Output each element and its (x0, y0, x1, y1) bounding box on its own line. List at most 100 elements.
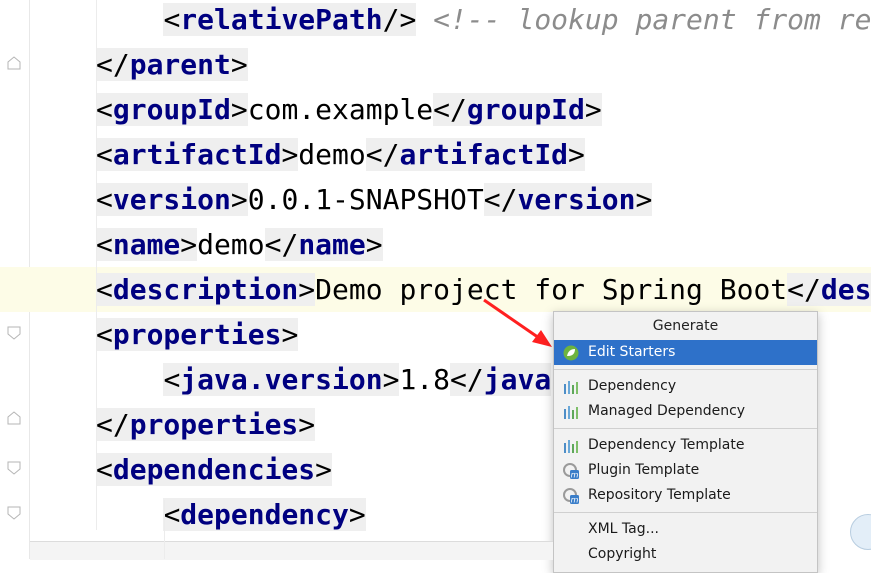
tag-bracket: > (180, 228, 198, 261)
opening-tag: <properties> (96, 318, 299, 351)
code-line[interactable]: </parent> (0, 42, 871, 87)
opening-tag: <java.version> (163, 363, 400, 396)
tag-bracket: < (96, 453, 113, 486)
fold-collapse-icon[interactable] (6, 55, 22, 71)
indent-guide (164, 500, 165, 559)
tag-value: com.example (247, 93, 434, 126)
closing-tag: </version> (483, 183, 653, 216)
menu-item-label: Dependency (588, 378, 677, 394)
code-line[interactable]: <relativePath/> <!-- lookup parent from … (0, 0, 871, 42)
menu-item-dependency-template[interactable]: Dependency Template (554, 433, 817, 458)
closing-tag: </properties> (96, 408, 316, 441)
closing-tag: </name> (264, 228, 383, 261)
closing-tag: </des (787, 273, 871, 306)
code-line[interactable]: <artifactId>demo</artifactId> (0, 132, 871, 177)
dependency-bars-icon (564, 381, 578, 394)
closing-tag: </parent> (96, 48, 248, 81)
fold-collapse-icon[interactable] (6, 410, 22, 426)
tag-name: groupId (466, 93, 585, 126)
opening-tag: <description> (96, 273, 316, 306)
tag-name: java (483, 363, 552, 396)
tag-name: properties (112, 318, 282, 351)
xml-comment: <!-- lookup parent from re (416, 3, 871, 36)
menu-item-repository-template[interactable]: m Repository Template (554, 483, 817, 508)
indent-guide (96, 0, 97, 530)
tag-name: artifactId (399, 138, 569, 171)
tag-bracket: < (96, 228, 113, 261)
tag-value: demo (298, 138, 366, 171)
tag-name: relativePath (180, 3, 383, 36)
menu-item-label: Dependency Template (588, 437, 745, 453)
tag-name: name (112, 228, 181, 261)
menu-separator (554, 512, 817, 513)
opening-tag: <version> (96, 183, 248, 216)
tag-name: dependencies (112, 453, 316, 486)
closing-tag: </artifactId> (365, 138, 585, 171)
opening-tag: <artifactId> (96, 138, 299, 171)
tag-value: 1.8 (399, 363, 451, 396)
dependency-bars-icon (564, 406, 578, 419)
annotation-arrow-icon (483, 298, 552, 347)
tag-bracket: </ (433, 93, 467, 126)
code-line[interactable]: <name>demo</name> (0, 222, 871, 267)
menu-separator (554, 369, 817, 370)
tag-name: name (298, 228, 366, 261)
tag-name: groupId (112, 93, 231, 126)
menu-separator (554, 428, 817, 429)
opening-tag: <dependencies> (96, 453, 333, 486)
tag-bracket: < (96, 183, 113, 216)
tag-bracket: > (365, 228, 383, 261)
menu-item-label: Managed Dependency (588, 403, 746, 419)
tag-bracket: > (315, 453, 333, 486)
spring-leaf-icon (563, 345, 579, 361)
tag-bracket: > (584, 93, 602, 126)
tag-name: parent (129, 48, 231, 81)
maven-template-icon: m (563, 463, 579, 479)
code-line[interactable]: <groupId>com.example</groupId> (0, 87, 871, 132)
selfclosing-tag: <relativePath/> (163, 3, 417, 36)
svg-text:m: m (571, 471, 579, 480)
dependency-bars-icon (564, 440, 578, 453)
maven-template-icon: m (563, 488, 579, 504)
tag-name: properties (129, 408, 299, 441)
tag-bracket: > (281, 138, 299, 171)
tag-bracket: </ (450, 363, 484, 396)
closing-tag: </java (450, 363, 552, 396)
tag-bracket: < (96, 93, 113, 126)
menu-item-edit-starters[interactable]: Edit Starters (554, 340, 817, 365)
tag-bracket: > (281, 318, 299, 351)
popup-title: Generate (652, 318, 719, 334)
svg-text:m: m (571, 496, 579, 505)
tag-name: dependency (180, 498, 349, 531)
fold-expand-icon[interactable] (6, 460, 22, 476)
tag-bracket: </ (96, 48, 130, 81)
menu-item-plugin-template[interactable]: m Plugin Template (554, 458, 817, 483)
code-line[interactable]: <version>0.0.1-SNAPSHOT</version> (0, 177, 871, 222)
tag-bracket: > (635, 183, 653, 216)
tag-bracket: > (230, 48, 248, 81)
tag-bracket: > (382, 363, 400, 396)
menu-item-copyright[interactable]: Copyright (554, 542, 817, 567)
menu-item-label: Repository Template (588, 487, 731, 503)
tag-bracket: > (348, 498, 366, 531)
horizontal-scrollbar[interactable] (30, 541, 553, 560)
tag-bracket: </ (483, 183, 518, 216)
opening-tag: <dependency> (163, 498, 366, 531)
tag-bracket: > (230, 93, 248, 126)
tag-bracket: /> (382, 3, 417, 36)
menu-item-dependency[interactable]: Dependency (554, 374, 817, 399)
menu-item-managed-dependency[interactable]: Managed Dependency (554, 399, 817, 424)
tag-bracket: </ (365, 138, 400, 171)
menu-item-xml-tag[interactable]: XML Tag... (554, 517, 817, 542)
tag-bracket: > (568, 138, 585, 171)
tag-bracket: </ (264, 228, 299, 261)
code-line[interactable]: <description>Demo project for Spring Boo… (0, 267, 871, 312)
tag-bracket: < (163, 363, 181, 396)
fold-expand-icon[interactable] (6, 325, 22, 341)
opening-tag: <name> (96, 228, 198, 261)
generate-popup[interactable]: Generate Edit Starters Dependency Managed … (553, 311, 818, 573)
fold-expand-icon[interactable] (6, 505, 22, 521)
